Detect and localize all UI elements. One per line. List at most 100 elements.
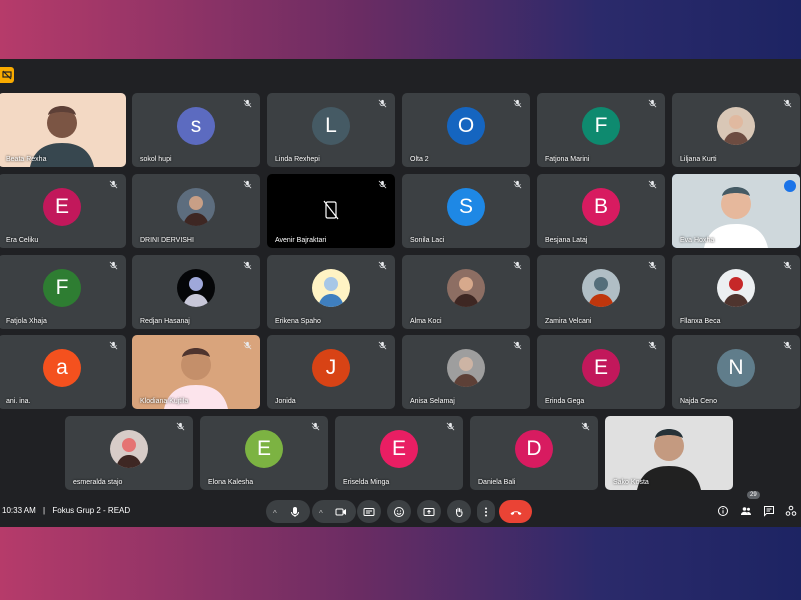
participant-tile[interactable]: s sokol hupi — [132, 93, 260, 167]
participant-name: Alma Koci — [410, 318, 442, 325]
mic-off-icon — [648, 341, 657, 350]
hangup-icon — [510, 510, 521, 515]
mic-off-icon — [648, 261, 657, 270]
raise-hand-icon — [456, 507, 463, 517]
speaking-indicator-icon — [784, 180, 796, 192]
participant-name: Daniela Bali — [478, 479, 516, 486]
participant-tile[interactable]: F Fatjona Marini — [537, 93, 665, 167]
participant-tile[interactable]: E Era Celiku — [0, 174, 126, 248]
participant-name: Fatjola Xhaja — [6, 318, 47, 325]
participant-tile[interactable]: O Olta 2 — [402, 93, 530, 167]
participant-tile[interactable]: Klodiana Kujtila — [132, 335, 260, 409]
participant-tile[interactable]: Fllanxa Beca — [672, 255, 800, 329]
participant-tile[interactable]: L Linda Rexhepi — [267, 93, 395, 167]
participant-tile[interactable]: esmeralda stajo — [65, 416, 193, 490]
bottom-bar: 10:33 AM | Fokus Grup 2 - READ ^ ^ 29 — [0, 491, 801, 527]
participant-tile[interactable]: E Eriselda Minga — [335, 416, 463, 490]
phone-off-icon — [323, 200, 339, 220]
participant-tile[interactable]: D Daniela Bali — [470, 416, 598, 490]
participant-tile[interactable]: Anisa Selamaj — [402, 335, 530, 409]
participant-name: Sonila Laci — [410, 237, 445, 244]
participant-tile[interactable]: Zamira Velcani — [537, 255, 665, 329]
avatar: E — [582, 349, 620, 387]
separator: | — [43, 506, 46, 515]
mic-options-chevron-icon[interactable]: ^ — [273, 509, 277, 518]
avatar: O — [447, 107, 485, 145]
leave-call-button[interactable] — [499, 500, 532, 523]
participant-name: Jonida — [275, 398, 296, 405]
participant-tile[interactable]: Beata Rexha — [0, 93, 126, 167]
avatar: E — [245, 430, 283, 468]
captions-icon — [363, 507, 375, 516]
info-icon[interactable] — [717, 505, 729, 517]
participant-name: Redjan Hasanaj — [140, 318, 190, 325]
participant-tile[interactable]: a ani. ina. — [0, 335, 126, 409]
participant-tile[interactable]: Sako Kosta — [605, 416, 733, 490]
participant-tile[interactable]: E Erinda Gega — [537, 335, 665, 409]
avatar: D — [515, 430, 553, 468]
participant-name: Fatjona Marini — [545, 156, 590, 163]
mic-icon[interactable] — [289, 506, 301, 518]
participant-tile[interactable]: Erikena Spaho — [267, 255, 395, 329]
avatar-photo — [177, 269, 215, 307]
mic-off-icon — [648, 99, 657, 108]
participant-tile[interactable]: Eva Hoxha — [672, 174, 800, 248]
avatar: N — [717, 349, 755, 387]
mic-off-icon — [581, 422, 590, 431]
emoji-button[interactable] — [387, 500, 411, 523]
participant-tile[interactable]: Alma Koci — [402, 255, 530, 329]
avatar: F — [43, 269, 81, 307]
chat-icon[interactable] — [763, 505, 775, 517]
avatar-photo — [110, 430, 148, 468]
avatar: S — [447, 188, 485, 226]
raise-hand-button[interactable] — [447, 500, 471, 523]
avatar-photo — [177, 188, 215, 226]
avatar: E — [43, 188, 81, 226]
participant-name: Anisa Selamaj — [410, 398, 455, 405]
avatar-photo — [582, 269, 620, 307]
more-icon — [485, 507, 487, 516]
avatar-photo — [447, 269, 485, 307]
mic-off-icon — [243, 261, 252, 270]
participant-name: ani. ina. — [6, 398, 31, 405]
avatar: F — [582, 107, 620, 145]
participant-tile[interactable]: E Elona Kalesha — [200, 416, 328, 490]
participant-name: Olta 2 — [410, 156, 429, 163]
participant-name: esmeralda stajo — [73, 479, 123, 486]
mic-off-icon — [378, 180, 387, 189]
mic-off-icon — [783, 99, 792, 108]
participant-tile[interactable]: B Besjana Lataj — [537, 174, 665, 248]
participant-tile[interactable]: Liljana Kurti — [672, 93, 800, 167]
avatar-photo — [312, 269, 350, 307]
avatar-photo — [717, 107, 755, 145]
participant-name: Zamira Velcani — [545, 318, 592, 325]
participant-name: sokol hupi — [140, 156, 172, 163]
participant-count-badge: 29 — [747, 491, 760, 499]
camera-options-chevron-icon[interactable]: ^ — [319, 509, 323, 518]
avatar: J — [312, 349, 350, 387]
mic-off-icon — [311, 422, 320, 431]
participant-tile[interactable]: S Sonila Laci — [402, 174, 530, 248]
present-button[interactable] — [417, 500, 441, 523]
participant-name: Avenir Bajraktari — [275, 237, 327, 244]
captions-button[interactable] — [357, 500, 381, 523]
participant-tile[interactable]: Redjan Hasanaj — [132, 255, 260, 329]
mic-off-icon — [513, 99, 522, 108]
participant-tile[interactable]: N Najda Ceno — [672, 335, 800, 409]
participant-name: Klodiana Kujtila — [140, 398, 189, 405]
participant-tile[interactable]: J Jonida — [267, 335, 395, 409]
camera-icon[interactable] — [335, 506, 347, 518]
mic-off-icon — [243, 341, 252, 350]
avatar: a — [43, 349, 81, 387]
participant-name: Elona Kalesha — [208, 479, 254, 486]
people-icon[interactable] — [740, 505, 752, 517]
mic-off-icon — [783, 261, 792, 270]
more-options-button[interactable] — [477, 500, 495, 523]
participant-tile[interactable]: F Fatjola Xhaja — [0, 255, 126, 329]
activities-icon[interactable] — [785, 505, 797, 517]
participant-tile[interactable]: DRINI DERVISHI — [132, 174, 260, 248]
presentation-badge[interactable] — [0, 67, 14, 83]
participant-name: Fllanxa Beca — [680, 318, 721, 325]
mic-off-icon — [243, 99, 252, 108]
participant-tile[interactable]: Avenir Bajraktari — [267, 174, 395, 248]
